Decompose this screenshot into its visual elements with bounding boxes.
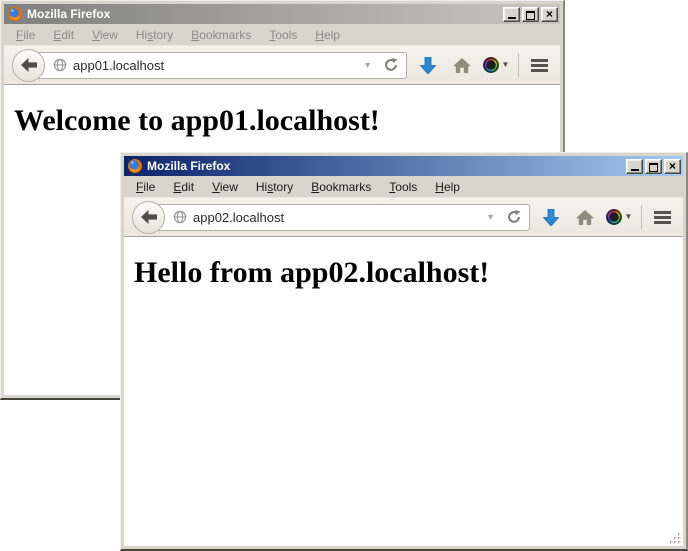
menu-bookmarks[interactable]: Bookmarks <box>182 25 260 45</box>
menu-help[interactable]: Help <box>426 177 469 197</box>
maximize-button[interactable] <box>645 159 662 174</box>
titlebar[interactable]: Mozilla Firefox × <box>4 4 560 24</box>
minimize-icon <box>631 169 639 171</box>
minimize-icon <box>508 17 516 19</box>
colorwheel-dropdown-icon: ▼ <box>502 61 510 69</box>
back-arrow-icon <box>141 210 157 224</box>
menu-file[interactable]: File <box>127 177 164 197</box>
downloads-icon <box>420 57 436 74</box>
url-bar[interactable]: app02.localhost ▼ <box>148 204 530 231</box>
reload-icon <box>384 58 398 72</box>
urlbar-dropdown-icon[interactable]: ▼ <box>360 59 375 72</box>
toolbar-buttons: ▼ <box>534 202 677 232</box>
page-heading: Welcome to app01.localhost! <box>14 104 560 138</box>
menu-edit[interactable]: Edit <box>44 25 83 45</box>
home-icon <box>576 210 594 225</box>
colorwheel-icon <box>606 209 622 225</box>
close-icon: × <box>665 160 680 173</box>
window-title: Mozilla Firefox <box>27 4 499 24</box>
downloads-button[interactable] <box>411 50 445 80</box>
reload-button[interactable] <box>381 55 401 75</box>
toolbar-buttons: ▼ <box>411 50 554 80</box>
url-text: app02.localhost <box>193 210 477 225</box>
home-button[interactable] <box>568 202 602 232</box>
back-button[interactable] <box>132 201 165 234</box>
menu-button[interactable] <box>524 50 554 80</box>
colorwheel-extension-button[interactable]: ▼ <box>602 202 636 232</box>
menu-help[interactable]: Help <box>306 25 349 45</box>
colorwheel-icon <box>483 57 499 73</box>
urlbar-dropdown-icon[interactable]: ▼ <box>483 211 498 224</box>
minimize-button[interactable] <box>626 159 643 174</box>
globe-icon <box>53 58 67 72</box>
page-heading: Hello from app02.localhost! <box>134 256 683 290</box>
toolbar-separator <box>518 53 519 77</box>
menu-tools[interactable]: Tools <box>260 25 306 45</box>
close-icon: × <box>542 8 557 21</box>
home-button[interactable] <box>445 50 479 80</box>
navigation-toolbar: app02.localhost ▼ ▼ <box>124 197 683 237</box>
menu-button[interactable] <box>647 202 677 232</box>
menu-file[interactable]: File <box>7 25 44 45</box>
maximize-icon <box>649 163 658 172</box>
window-controls: × <box>503 7 558 22</box>
firefox-icon[interactable] <box>7 6 23 22</box>
back-button[interactable] <box>12 49 45 82</box>
downloads-button[interactable] <box>534 202 568 232</box>
titlebar[interactable]: Mozilla Firefox × <box>124 156 683 176</box>
window-title: Mozilla Firefox <box>147 156 622 176</box>
reload-icon <box>507 210 521 224</box>
menu-view[interactable]: View <box>83 25 127 45</box>
menu-history[interactable]: History <box>247 177 302 197</box>
resize-grip[interactable] <box>668 531 682 545</box>
downloads-icon <box>543 209 559 226</box>
globe-icon <box>173 210 187 224</box>
url-text: app01.localhost <box>73 58 354 73</box>
reload-button[interactable] <box>504 207 524 227</box>
browser-window-app02: Mozilla Firefox × File Edit View History… <box>120 152 688 551</box>
colorwheel-extension-button[interactable]: ▼ <box>479 50 513 80</box>
minimize-button[interactable] <box>503 7 520 22</box>
maximize-button[interactable] <box>522 7 539 22</box>
window-controls: × <box>626 159 681 174</box>
close-button[interactable]: × <box>664 159 681 174</box>
hamburger-icon <box>654 211 671 224</box>
navigation-toolbar: app01.localhost ▼ ▼ <box>4 45 560 85</box>
url-bar[interactable]: app01.localhost ▼ <box>28 52 407 79</box>
menubar: File Edit View History Bookmarks Tools H… <box>124 176 683 197</box>
page-content: Hello from app02.localhost! <box>124 237 683 546</box>
menu-bookmarks[interactable]: Bookmarks <box>302 177 380 197</box>
hamburger-icon <box>531 59 548 72</box>
menu-history[interactable]: History <box>127 25 182 45</box>
toolbar-separator <box>641 205 642 229</box>
menu-tools[interactable]: Tools <box>380 177 426 197</box>
close-button[interactable]: × <box>541 7 558 22</box>
maximize-icon <box>526 11 535 20</box>
firefox-icon[interactable] <box>127 158 143 174</box>
menu-view[interactable]: View <box>203 177 247 197</box>
colorwheel-dropdown-icon: ▼ <box>625 213 633 221</box>
menubar: File Edit View History Bookmarks Tools H… <box>4 24 560 45</box>
menu-edit[interactable]: Edit <box>164 177 203 197</box>
back-arrow-icon <box>21 58 37 72</box>
home-icon <box>453 58 471 73</box>
